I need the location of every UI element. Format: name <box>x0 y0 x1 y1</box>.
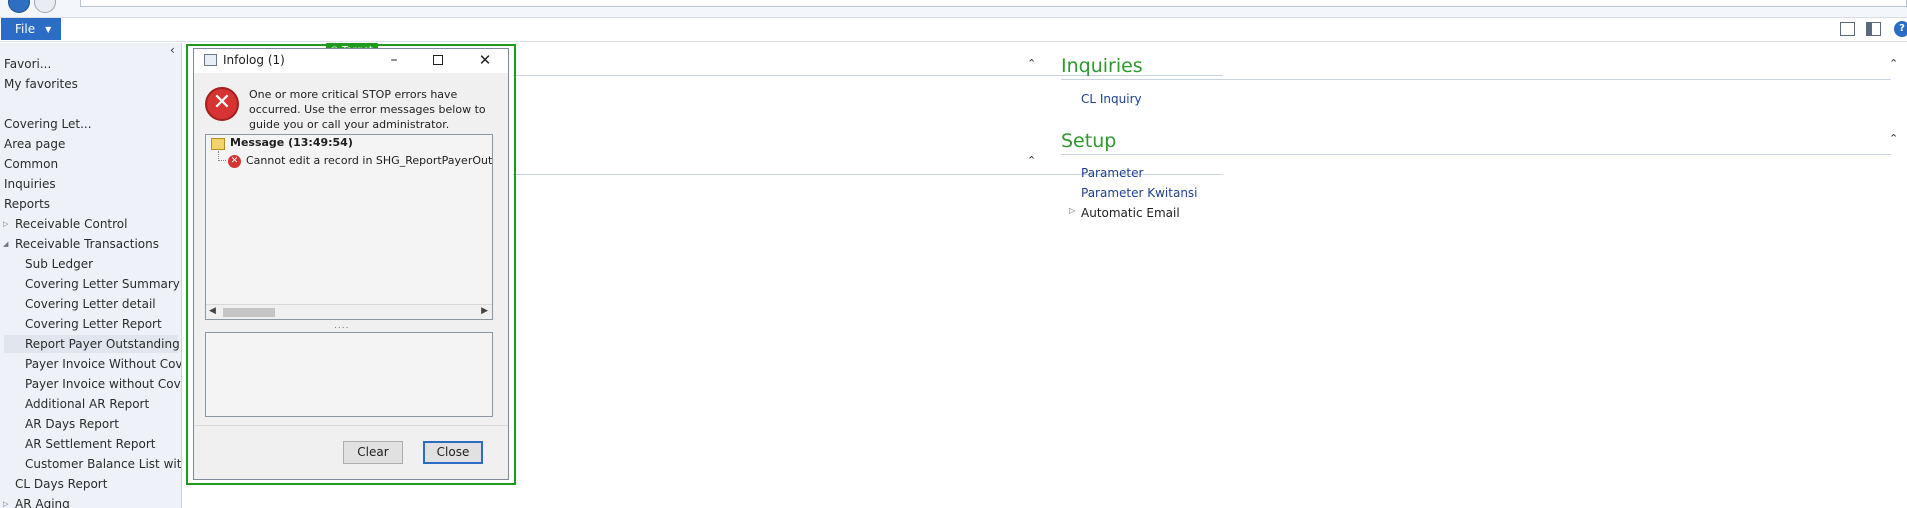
infolog-icon <box>204 54 217 66</box>
dialog-footer: Clear Close <box>194 425 508 479</box>
navigation-pane: ‹ Favori... My favorites Covering Let...… <box>0 43 182 508</box>
expand-triangle-icon[interactable]: ▷ <box>1069 206 1075 215</box>
collapse-section-icon[interactable]: ⌃ <box>1027 57 1036 70</box>
clear-button[interactable]: Clear <box>343 441 403 464</box>
link-parameter[interactable]: Parameter <box>1081 166 1143 180</box>
address-bar-area <box>0 0 1907 18</box>
infolog-dialog: Infolog (1) – ✕ ✕ One or more critical S… <box>193 48 509 480</box>
dialog-titlebar[interactable]: Infolog (1) – ✕ <box>194 49 508 73</box>
link-automatic-email[interactable]: Automatic Email <box>1081 206 1180 220</box>
error-description: One or more critical STOP errors have oc… <box>249 88 486 131</box>
maximize-button[interactable] <box>430 52 446 68</box>
expand-triangle-icon[interactable]: ▷ <box>3 220 8 228</box>
section-divider <box>1061 79 1891 80</box>
nav-item-common[interactable]: Common <box>4 155 58 173</box>
navigation-pane-icon[interactable] <box>1866 22 1881 36</box>
link-cl-inquiry[interactable]: CL Inquiry <box>1081 92 1142 106</box>
collapse-section-icon[interactable]: ⌃ <box>1027 154 1036 167</box>
forward-button[interactable] <box>34 0 56 13</box>
nav-item-ar-aging[interactable]: AR Aging <box>15 495 70 508</box>
nav-item-ar-settlement-report[interactable]: AR Settlement Report <box>25 435 155 453</box>
collapse-section-icon[interactable]: ⌃ <box>1889 132 1898 145</box>
link-parameter-kwitansi[interactable]: Parameter Kwitansi <box>1081 186 1198 200</box>
scroll-right-icon[interactable]: ▶ <box>481 306 488 316</box>
message-detail-box <box>205 332 493 417</box>
horizontal-scrollbar[interactable]: ◀ ▶ <box>206 304 492 319</box>
dialog-title: Infolog (1) <box>223 53 285 67</box>
nav-item-covering-letter-report[interactable]: Covering Letter Report <box>25 315 162 333</box>
tree-connector <box>218 151 226 161</box>
stop-error-icon: ✕ <box>205 87 239 121</box>
scroll-left-icon[interactable]: ◀ <box>209 306 216 316</box>
nav-item-receivable-transactions[interactable]: Receivable Transactions <box>15 235 159 253</box>
collapse-pane-icon[interactable]: ‹ <box>170 43 175 57</box>
back-button[interactable] <box>8 0 30 13</box>
file-menu-label: File <box>15 22 36 36</box>
nav-item-ar-days-report[interactable]: AR Days Report <box>25 415 119 433</box>
nav-item-covering-letter-summary[interactable]: Covering Letter Summary <box>25 275 180 293</box>
scrollbar-thumb[interactable] <box>223 308 275 317</box>
nav-item-favorites[interactable]: Favori... <box>4 55 51 73</box>
collapse-section-icon[interactable]: ⌃ <box>1889 57 1898 70</box>
nav-item-covering-letter-detail[interactable]: Covering Letter detail <box>25 295 156 313</box>
expand-triangle-icon[interactable]: ▷ <box>3 500 8 508</box>
pane-splitter[interactable]: .... <box>334 321 349 331</box>
nav-item-payer-invoice-without-cov-2[interactable]: Payer Invoice without Cov... <box>25 375 181 393</box>
message-icon <box>211 138 225 150</box>
nav-item-area-page[interactable]: Area page <box>4 135 65 153</box>
message-tree[interactable]: Message (13:49:54) ✕ Cannot edit a recor… <box>205 134 493 320</box>
nav-item-additional-ar-report[interactable]: Additional AR Report <box>25 395 149 413</box>
section-divider <box>1061 154 1891 155</box>
close-button[interactable]: Close <box>423 441 483 464</box>
nav-item-inquiries[interactable]: Inquiries <box>4 175 56 193</box>
nav-item-report-payer-outstanding[interactable]: Report Payer Outstanding <box>4 335 180 353</box>
ribbon: File ▼ ? <box>0 18 1907 42</box>
nav-item-receivable-control[interactable]: Receivable Control <box>15 215 127 233</box>
tree-message-node[interactable]: Message (13:49:54) <box>230 136 353 149</box>
collapse-triangle-icon[interactable]: ◢ <box>3 240 8 248</box>
section-title-setup: Setup <box>1061 130 1117 152</box>
minimize-button[interactable]: – <box>386 52 402 68</box>
address-bar[interactable] <box>80 0 1907 7</box>
nav-item-payer-invoice-without-cov-1[interactable]: Payer Invoice Without Cov... <box>25 355 181 373</box>
nav-item-reports[interactable]: Reports <box>4 195 50 213</box>
nav-item-sub-ledger[interactable]: Sub Ledger <box>25 255 93 273</box>
layout-icon[interactable] <box>1840 22 1855 36</box>
close-window-button[interactable]: ✕ <box>477 52 493 68</box>
nav-item-covering-letter[interactable]: Covering Let... <box>4 115 92 133</box>
file-menu-button[interactable]: File ▼ <box>1 18 61 40</box>
help-icon[interactable]: ? <box>1894 21 1907 37</box>
nav-item-my-favorites[interactable]: My favorites <box>4 75 78 93</box>
maximize-icon <box>433 55 443 65</box>
nav-item-cl-days-report[interactable]: CL Days Report <box>15 475 107 493</box>
error-icon: ✕ <box>228 155 241 168</box>
chevron-down-icon: ▼ <box>45 24 52 34</box>
section-title-inquiries: Inquiries <box>1061 55 1143 77</box>
nav-item-customer-balance-list[interactable]: Customer Balance List with... <box>25 455 181 473</box>
tree-error-node[interactable]: Cannot edit a record in SHG_ReportPayerO… <box>246 154 492 167</box>
